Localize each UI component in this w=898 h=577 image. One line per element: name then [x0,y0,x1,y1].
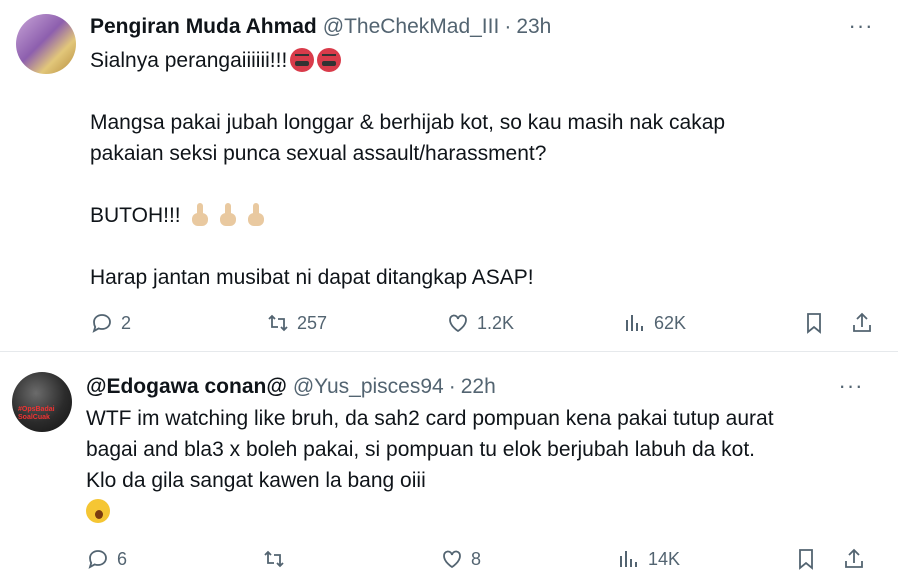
bookmark-button[interactable] [794,545,818,573]
reply-button[interactable]: 2 [90,309,131,337]
tweet-header: Pengiran Muda Ahmad @TheChekMad_III · 23… [90,13,551,41]
like-count: 1.2K [477,312,515,333]
tweet-line: BUTOH!!! [90,200,850,231]
reply-icon [88,550,107,569]
avatar-text: #OpsBadai SoalCuak [18,406,55,421]
face-with-symbols-emoji-icon [290,48,315,72]
tweet-line-text: BUTOH!!! [90,204,181,227]
tweet-header: @Edogawa conan@ @Yus_pisces94 · 22h [86,373,496,401]
views-chart-icon [626,315,643,331]
heart-icon [449,314,467,333]
reply-count: 2 [121,312,132,333]
like-button[interactable]: 8 [440,545,481,573]
retweet-button[interactable]: 257 [266,309,327,337]
tweet-text: Sialnya perangaiiiiii!!! Mangsa pakai ju… [90,45,850,293]
more-options-icon[interactable]: ··· [838,373,864,398]
face-with-symbols-emoji-icon [317,48,342,72]
like-button[interactable]: 1.2K [446,309,514,337]
author-name[interactable]: @Edogawa conan@ [86,375,287,399]
views-chart-icon [620,551,637,567]
reply-count: 6 [117,548,128,569]
retweet-count: 257 [297,312,328,333]
tweet-line: pakaian seksi punca sexual assault/haras… [90,142,547,165]
views-count: 62K [654,312,687,333]
retweet-icon [264,550,284,568]
author-handle[interactable]: @Yus_pisces94 [293,375,444,399]
bookmark-icon [799,549,813,570]
share-icon [845,548,863,568]
share-button[interactable] [842,545,866,573]
action-bar: 6 8 14K [86,545,876,573]
avatar[interactable] [16,14,76,74]
tweet-line: Mangsa pakai jubah longgar & berhijab ko… [90,111,726,134]
bookmark-button[interactable] [802,309,826,337]
views-button[interactable]: 14K [617,545,680,573]
tweet-text: WTF im watching like bruh, da sah2 card … [86,403,856,527]
tweet-line: Klo da gila sangat kawen la bang oiii [86,469,426,492]
views-button[interactable]: 62K [623,309,686,337]
middle-finger-emoji-icon [191,203,209,227]
avatar[interactable]: #OpsBadai SoalCuak [12,372,72,432]
like-count: 8 [471,548,482,569]
share-button[interactable] [850,309,874,337]
timestamp[interactable]: 22h [461,375,496,399]
separator-dot: · [448,375,456,398]
bookmark-icon [807,313,821,334]
retweet-icon [268,314,288,332]
views-count: 14K [648,548,681,569]
tweet-line: Harap jantan musibat ni dapat ditangkap … [90,266,534,289]
author-handle[interactable]: @TheChekMad_III [323,15,500,39]
share-icon [853,312,871,332]
reply-icon [92,314,111,333]
retweet-button[interactable] [262,545,293,573]
author-name[interactable]: Pengiran Muda Ahmad [90,15,317,39]
action-bar: 2 257 1.2K 62K [90,309,880,337]
middle-finger-emoji-icon [247,203,265,227]
separator-dot: · [504,15,512,38]
tweet-line: bagai and bla3 x boleh pakai, si pompuan… [86,438,755,461]
tweet[interactable]: Pengiran Muda Ahmad @TheChekMad_III · 23… [0,0,898,352]
tweet-line [86,496,856,527]
yawning-face-emoji-icon [86,499,110,523]
divider [0,351,898,352]
more-options-icon[interactable]: ··· [848,13,874,38]
tweet-line: WTF im watching like bruh, da sah2 card … [86,407,774,430]
tweet-line: Sialnya perangaiiiiii!!! [90,45,850,76]
middle-finger-emoji-icon [219,203,237,227]
heart-icon [443,550,461,569]
timestamp[interactable]: 23h [516,15,551,39]
tweet-line-text: Sialnya perangaiiiiii!!! [90,49,288,72]
reply-button[interactable]: 6 [86,545,127,573]
